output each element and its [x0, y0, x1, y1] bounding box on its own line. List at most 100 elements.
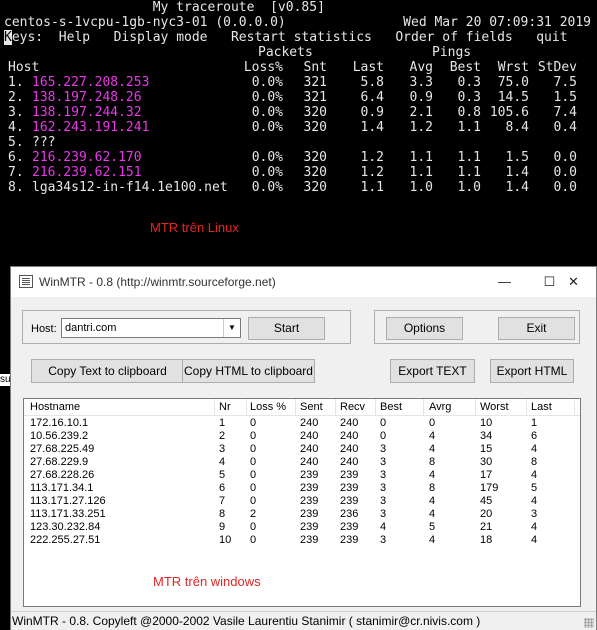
- table-cell: 240: [340, 417, 359, 429]
- table-row[interactable]: 113.171.33.251 8 2 239 236 3 4 20 3: [24, 508, 580, 521]
- hop-last: 1.2: [360, 165, 384, 180]
- table-cell: 123.30.232.84: [30, 521, 101, 533]
- column-header-best[interactable]: Best: [380, 401, 402, 413]
- hop-number: 2.: [8, 90, 24, 105]
- results-table[interactable]: Hostname Nr Loss % Sent Recv Best Avrg Worst Las…: [23, 398, 581, 607]
- hop-best: 1.1: [457, 165, 481, 180]
- column-header-avrg[interactable]: Avrg: [429, 401, 451, 413]
- hop-stdev: 0.4: [553, 120, 577, 135]
- exit-button[interactable]: Exit: [498, 317, 575, 340]
- hop-snt: 320: [303, 120, 327, 135]
- table-row[interactable]: 123.30.232.84 9 0 239 239 4 5 21 4: [24, 521, 580, 534]
- hop-snt: 320: [303, 180, 327, 195]
- hop-number: 1.: [8, 75, 24, 90]
- column-divider[interactable]: [295, 399, 296, 415]
- winmtr-window: WinMTR - 0.8 (http://winmtr.sourceforge.…: [10, 266, 597, 630]
- hop-best: 1.1: [457, 120, 481, 135]
- mtr-title: My traceroute [v0.85]: [4, 0, 325, 15]
- table-cell: 0: [250, 495, 257, 507]
- host-value: dantri.com: [65, 322, 117, 334]
- export-text-button[interactable]: Export TEXT: [390, 359, 475, 383]
- table-row[interactable]: 27.68.228.26 5 0 239 239 3 4 17 4: [24, 469, 580, 482]
- table-cell: 4: [380, 521, 387, 533]
- column-divider[interactable]: [526, 399, 527, 415]
- hop-loss: 0.0%: [251, 105, 283, 120]
- hop-host: 162.243.191.241: [32, 120, 150, 135]
- column-divider[interactable]: [214, 399, 215, 415]
- table-cell: 30: [480, 456, 493, 468]
- column-header-loss[interactable]: Loss %: [250, 401, 286, 413]
- copy-html-button[interactable]: Copy HTML to clipboard: [182, 359, 315, 383]
- title-bar[interactable]: WinMTR - 0.8 (http://winmtr.sourceforge.…: [11, 267, 596, 297]
- hop-host: lga34s12-in-f14.1e100.net: [32, 180, 228, 195]
- column-header-last[interactable]: Last: [531, 401, 552, 413]
- table-cell: 179: [480, 482, 499, 494]
- window-title: WinMTR - 0.8 (http://winmtr.sourceforge.…: [39, 275, 276, 289]
- hop-stdev: 0.0: [553, 180, 577, 195]
- table-cell: 4: [531, 443, 538, 455]
- hop-number: 3.: [8, 105, 24, 120]
- hop-number: 5.: [8, 135, 24, 150]
- table-row[interactable]: 222.255.27.51 10 0 239 239 3 4 18 4: [24, 534, 580, 547]
- table-cell: 236: [340, 508, 359, 520]
- table-cell: 3: [380, 456, 387, 468]
- host-combobox[interactable]: dantri.com ▼: [61, 318, 241, 338]
- table-cell: 4: [531, 521, 538, 533]
- column-divider[interactable]: [246, 399, 247, 415]
- hop-stdev: 0.0: [553, 165, 577, 180]
- column-divider[interactable]: [375, 399, 376, 415]
- hop-stdev: 7.5: [553, 75, 577, 90]
- table-cell: 4: [531, 495, 538, 507]
- start-button[interactable]: Start: [248, 317, 325, 340]
- table-cell: 15: [480, 443, 493, 455]
- table-row[interactable]: 172.16.10.1 1 0 240 240 0 0 10 1: [24, 417, 580, 430]
- chevron-down-icon[interactable]: ▼: [223, 319, 240, 337]
- table-cell: 5: [531, 482, 538, 494]
- table-row[interactable]: 27.68.225.49 3 0 240 240 3 4 15 4: [24, 443, 580, 456]
- hop-host: 216.239.62.170: [32, 150, 142, 165]
- column-divider[interactable]: [574, 399, 575, 415]
- linux-caption: MTR trên Linux: [150, 220, 239, 235]
- minimize-button[interactable]: —: [482, 267, 527, 297]
- wrst-col-header: Wrst: [497, 60, 529, 75]
- table-cell: 113.171.33.251: [30, 508, 106, 520]
- column-divider[interactable]: [423, 399, 424, 415]
- table-cell: 8: [219, 508, 226, 520]
- export-html-button[interactable]: Export HTML: [490, 359, 574, 383]
- hop-stdev: 0.0: [553, 150, 577, 165]
- table-cell: 240: [300, 417, 319, 429]
- table-cell: 3: [380, 508, 387, 520]
- hop-loss: 0.0%: [251, 90, 283, 105]
- column-divider[interactable]: [475, 399, 476, 415]
- packets-group-label: Packets: [258, 45, 313, 60]
- column-header-nr[interactable]: Nr: [219, 401, 231, 413]
- column-header-recv[interactable]: Recv: [340, 401, 365, 413]
- table-cell: 240: [300, 456, 319, 468]
- column-header-hostname[interactable]: Hostname: [30, 401, 80, 413]
- table-cell: 239: [300, 534, 319, 546]
- hop-number: 6.: [8, 150, 24, 165]
- table-row[interactable]: 113.171.34.1 6 0 239 239 3 8 179 5: [24, 482, 580, 495]
- hop-loss: 0.0%: [251, 150, 283, 165]
- table-row[interactable]: 27.68.229.9 4 0 240 240 3 8 30 8: [24, 456, 580, 469]
- close-button[interactable]: ✕: [551, 267, 596, 297]
- hop-stdev: 1.5: [553, 90, 577, 105]
- hop-last: 5.8: [360, 75, 384, 90]
- copy-text-button[interactable]: Copy Text to clipboard: [31, 359, 184, 383]
- column-header-worst[interactable]: Worst: [480, 401, 509, 413]
- table-row[interactable]: 113.171.27.126 7 0 239 239 3 4 45 4: [24, 495, 580, 508]
- table-cell: 4: [429, 443, 436, 455]
- hop-host: 216.239.62.151: [32, 165, 142, 180]
- options-button[interactable]: Options: [386, 317, 463, 340]
- hop-snt: 321: [303, 90, 327, 105]
- hop-snt: 321: [303, 75, 327, 90]
- hop-wrst: 14.5: [497, 90, 529, 105]
- table-cell: 20: [480, 508, 493, 520]
- hop-snt: 320: [303, 105, 327, 120]
- table-row[interactable]: 10.56.239.2 2 0 240 240 0 4 34 6: [24, 430, 580, 443]
- resize-grip-icon[interactable]: [584, 618, 594, 628]
- column-header-sent[interactable]: Sent: [300, 401, 323, 413]
- table-cell: 0: [250, 456, 257, 468]
- column-divider[interactable]: [335, 399, 336, 415]
- table-cell: 239: [300, 482, 319, 494]
